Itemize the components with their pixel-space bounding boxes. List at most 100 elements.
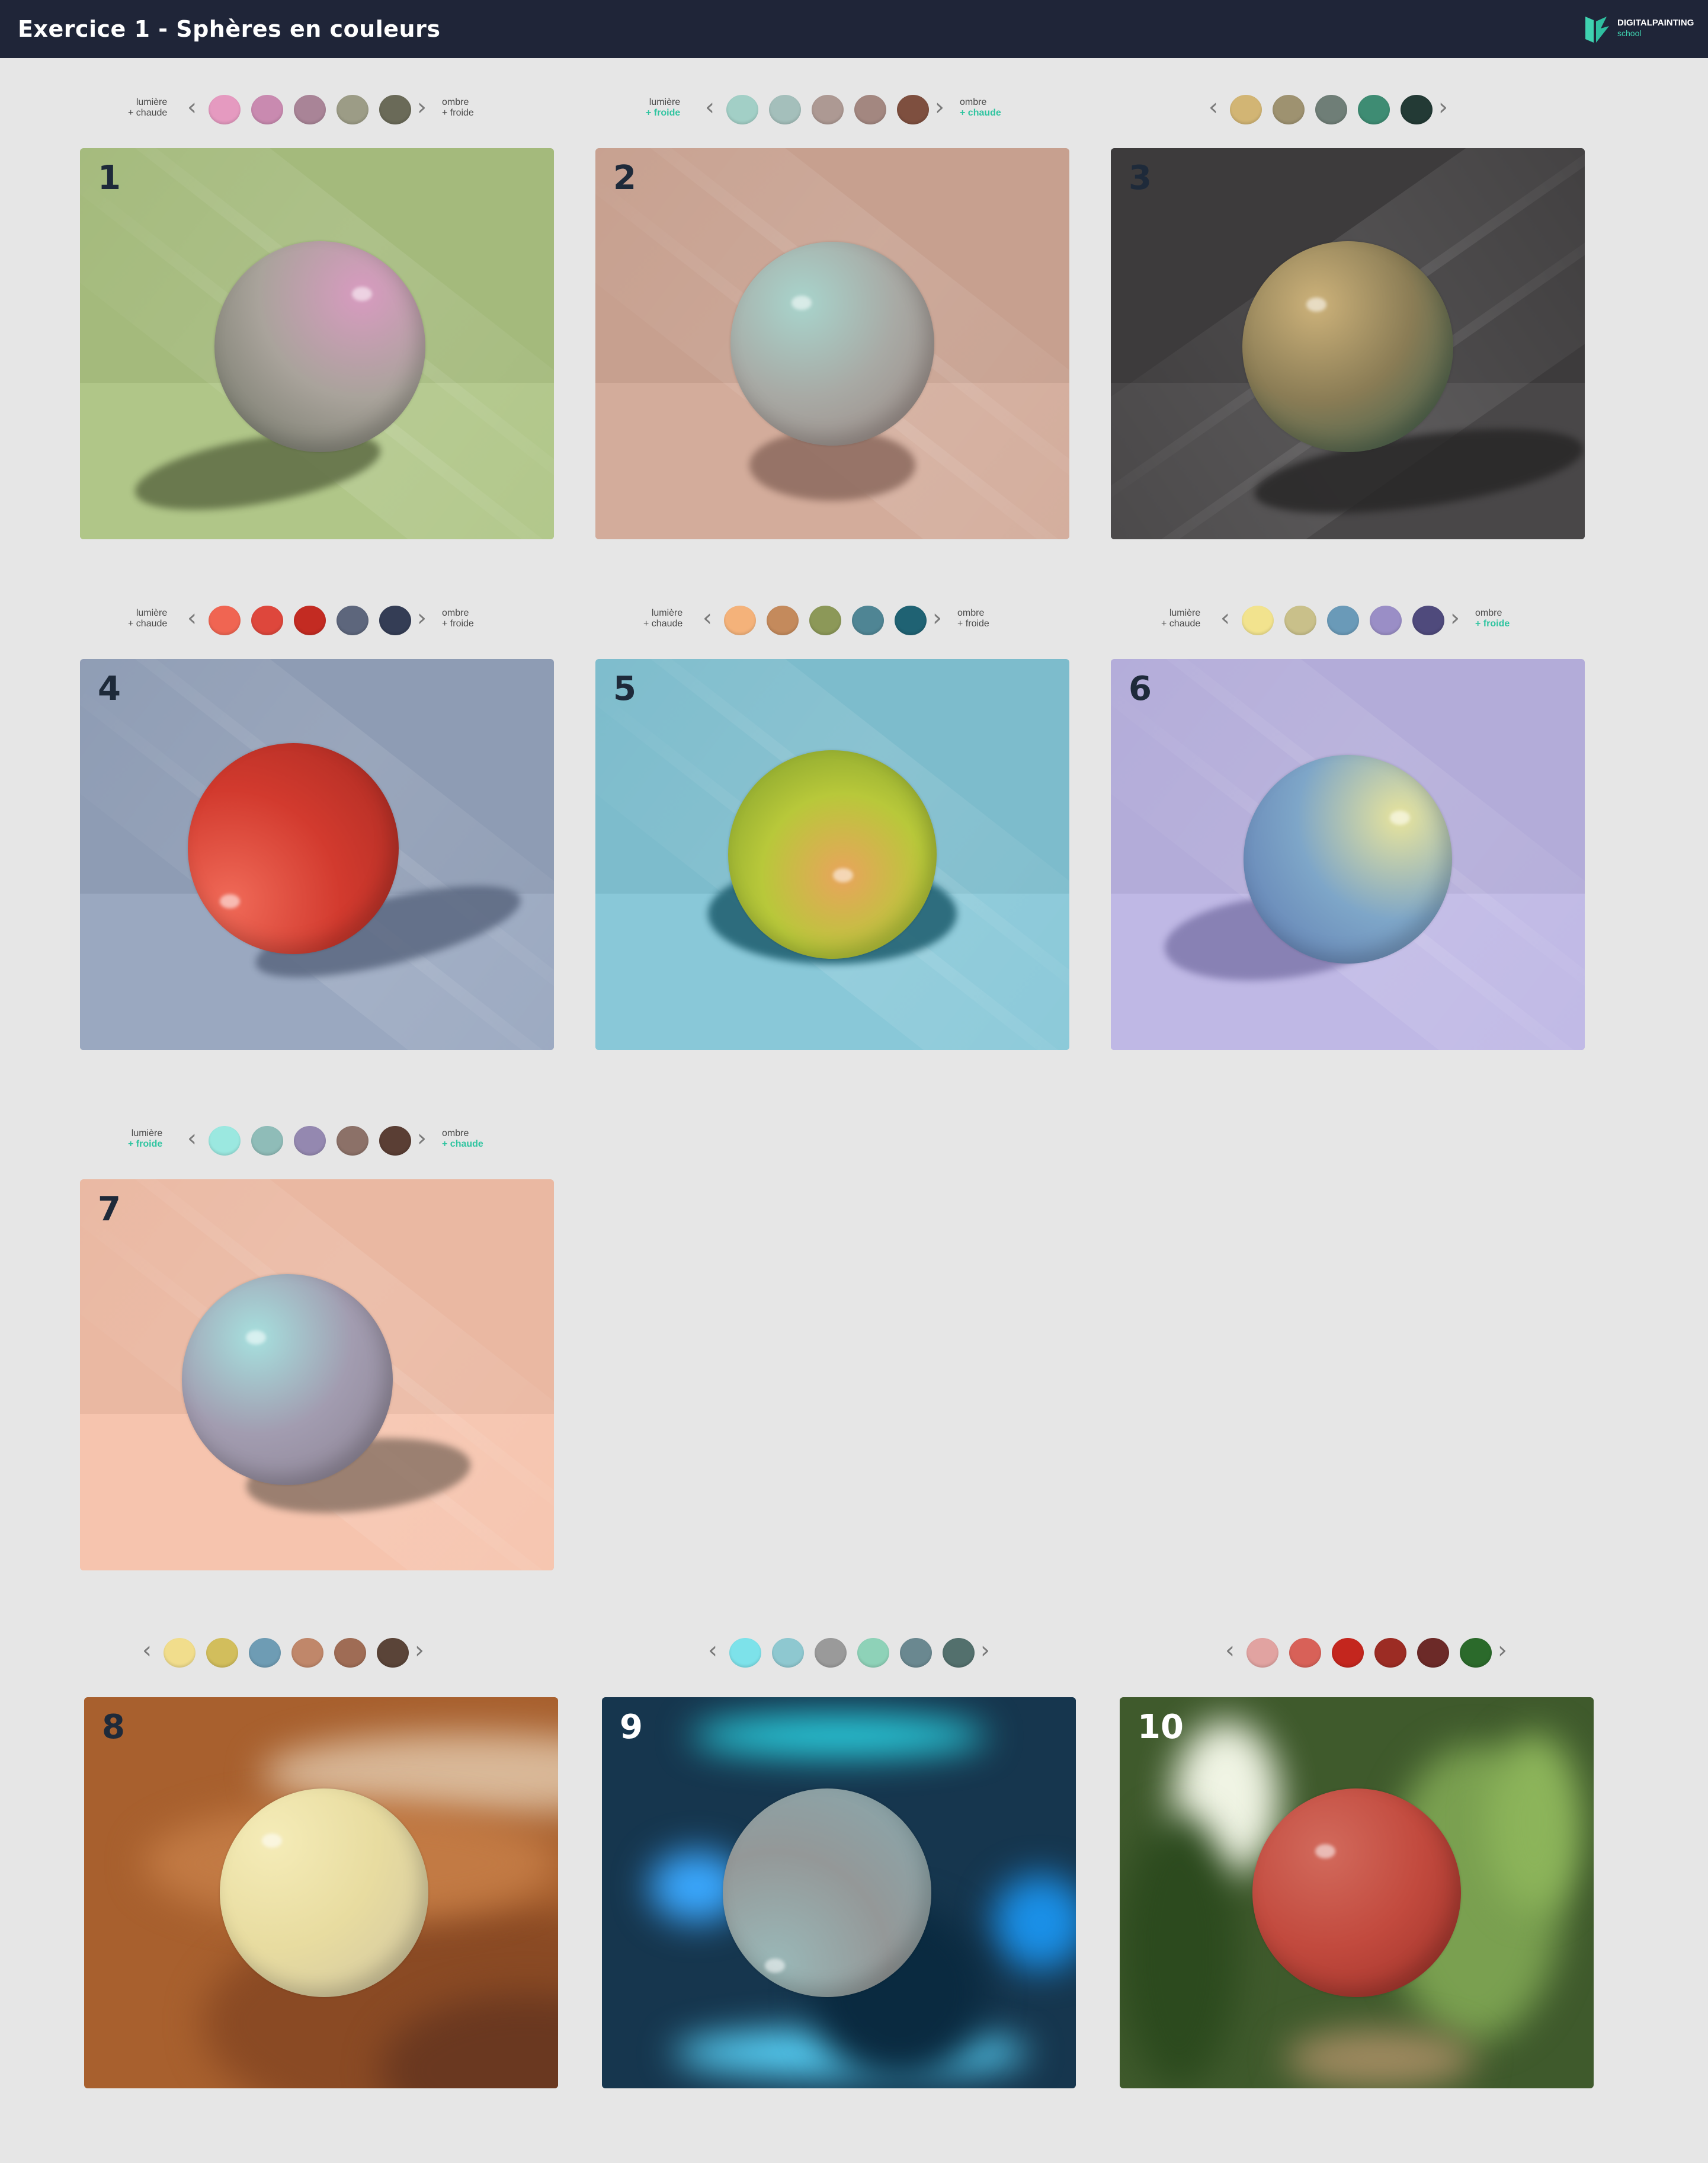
color-swatch[interactable] <box>251 95 283 124</box>
color-swatch[interactable] <box>294 1126 326 1156</box>
color-swatch[interactable] <box>812 95 844 124</box>
chevron-left-icon[interactable]: ‹ <box>705 92 714 122</box>
color-swatch[interactable] <box>1289 1638 1321 1668</box>
color-swatch[interactable] <box>729 1638 761 1668</box>
color-swatch[interactable] <box>206 1638 238 1668</box>
color-swatch[interactable] <box>854 95 886 124</box>
chevron-right-icon[interactable]: › <box>1498 1636 1507 1665</box>
panel-number: 8 <box>102 1708 125 1746</box>
color-swatch[interactable] <box>852 606 884 635</box>
sphere-panel-3[interactable]: 3 <box>1111 148 1585 539</box>
color-swatch[interactable] <box>726 95 758 124</box>
chevron-right-icon[interactable]: › <box>417 92 427 122</box>
sphere <box>214 241 425 452</box>
chevron-right-icon[interactable]: › <box>935 92 944 122</box>
color-swatch[interactable] <box>1327 606 1359 635</box>
specular-highlight <box>220 894 241 908</box>
color-swatch[interactable] <box>249 1638 281 1668</box>
chevron-left-icon[interactable]: ‹ <box>187 92 197 122</box>
color-swatch[interactable] <box>291 1638 323 1668</box>
color-swatch[interactable] <box>337 1126 368 1156</box>
specular-highlight <box>352 287 373 301</box>
color-swatch[interactable] <box>1374 1638 1406 1668</box>
color-swatch[interactable] <box>1242 606 1274 635</box>
color-swatch[interactable] <box>337 95 368 124</box>
sphere <box>1242 241 1453 452</box>
color-swatch[interactable] <box>1401 95 1433 124</box>
sphere-panel-4[interactable]: 4 <box>80 659 554 1050</box>
chevron-left-icon[interactable]: ‹ <box>708 1636 717 1665</box>
color-swatch[interactable] <box>1246 1638 1278 1668</box>
sphere-panel-7[interactable]: 7 <box>80 1179 554 1570</box>
color-swatch[interactable] <box>1284 606 1316 635</box>
color-swatch[interactable] <box>1332 1638 1364 1668</box>
brand-logo[interactable]: DIGITALPAINTING school <box>1583 12 1696 46</box>
color-swatch[interactable] <box>1358 95 1390 124</box>
chevron-left-icon[interactable]: ‹ <box>1220 603 1230 633</box>
color-swatch[interactable] <box>897 95 929 124</box>
color-swatch[interactable] <box>337 606 368 635</box>
color-swatch[interactable] <box>294 606 326 635</box>
panel-number: 9 <box>620 1708 643 1746</box>
color-swatch[interactable] <box>809 606 841 635</box>
sphere <box>1244 755 1452 964</box>
color-swatch[interactable] <box>379 1126 411 1156</box>
color-swatch[interactable] <box>209 95 241 124</box>
color-swatch[interactable] <box>1230 95 1262 124</box>
sphere-panel-8[interactable]: 8 <box>84 1697 558 2088</box>
color-swatch[interactable] <box>1417 1638 1449 1668</box>
chevron-left-icon[interactable]: ‹ <box>1209 92 1218 122</box>
color-swatch[interactable] <box>209 1126 241 1156</box>
brand-name: DIGITALPAINTING <box>1617 18 1694 28</box>
chevron-right-icon[interactable]: › <box>415 1636 424 1665</box>
shadow-label-modifier: + chaude <box>442 1139 483 1149</box>
sphere-panel-2[interactable]: 2 <box>595 148 1069 539</box>
sphere <box>220 1788 428 1997</box>
chevron-right-icon[interactable]: › <box>417 1124 427 1153</box>
chevron-right-icon[interactable]: › <box>417 603 427 633</box>
color-swatch[interactable] <box>379 606 411 635</box>
chevron-right-icon[interactable]: › <box>1450 603 1460 633</box>
color-swatch[interactable] <box>1370 606 1402 635</box>
sphere <box>728 750 937 959</box>
color-swatch[interactable] <box>334 1638 366 1668</box>
chevron-left-icon[interactable]: ‹ <box>1225 1636 1235 1665</box>
sphere-panel-9[interactable]: 9 <box>602 1697 1076 2088</box>
color-swatch[interactable] <box>815 1638 847 1668</box>
color-swatch[interactable] <box>1412 606 1444 635</box>
color-swatch[interactable] <box>767 606 799 635</box>
color-swatch[interactable] <box>377 1638 409 1668</box>
color-swatch[interactable] <box>943 1638 975 1668</box>
shadow-label-modifier: + froide <box>1475 619 1510 629</box>
color-swatch[interactable] <box>164 1638 196 1668</box>
chevron-left-icon[interactable]: ‹ <box>703 603 712 633</box>
palette-shadow-label: ombre + froide <box>442 97 474 119</box>
chevron-right-icon[interactable]: › <box>980 1636 990 1665</box>
color-swatch[interactable] <box>895 606 927 635</box>
chevron-right-icon[interactable]: › <box>932 603 942 633</box>
color-swatch[interactable] <box>857 1638 889 1668</box>
background-blur-shape <box>1487 1733 1582 1911</box>
color-swatch[interactable] <box>724 606 756 635</box>
chevron-left-icon[interactable]: ‹ <box>187 603 197 633</box>
sphere-panel-10[interactable]: 10 <box>1120 1697 1594 2088</box>
specular-highlight <box>1306 297 1326 312</box>
color-swatch[interactable] <box>900 1638 932 1668</box>
sphere-panel-5[interactable]: 5 <box>595 659 1069 1050</box>
color-swatch[interactable] <box>1273 95 1305 124</box>
sphere-panel-1[interactable]: 1 <box>80 148 554 539</box>
color-swatch[interactable] <box>1460 1638 1492 1668</box>
color-swatch[interactable] <box>379 95 411 124</box>
chevron-left-icon[interactable]: ‹ <box>142 1636 152 1665</box>
color-swatch[interactable] <box>209 606 241 635</box>
color-swatch[interactable] <box>769 95 801 124</box>
color-swatch[interactable] <box>294 95 326 124</box>
color-swatch[interactable] <box>251 1126 283 1156</box>
sphere <box>1252 1788 1461 1997</box>
chevron-left-icon[interactable]: ‹ <box>187 1124 197 1153</box>
color-swatch[interactable] <box>1315 95 1347 124</box>
color-swatch[interactable] <box>772 1638 804 1668</box>
sphere-panel-6[interactable]: 6 <box>1111 659 1585 1050</box>
chevron-right-icon[interactable]: › <box>1438 92 1448 122</box>
color-swatch[interactable] <box>251 606 283 635</box>
